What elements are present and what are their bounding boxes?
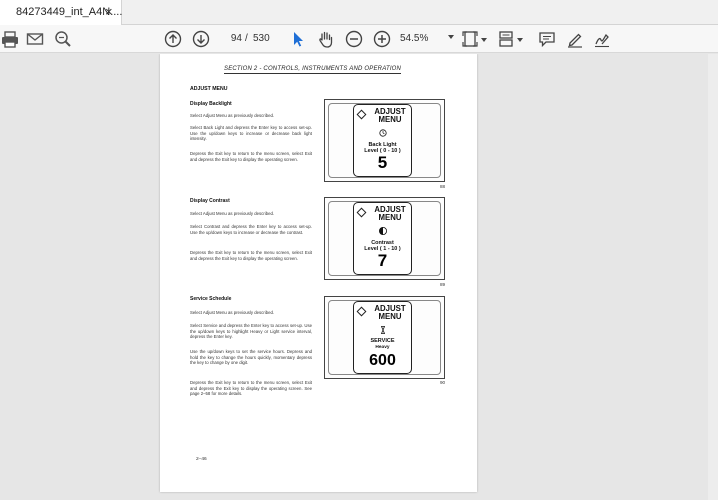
scroll-mode-dropdown-icon[interactable] <box>517 38 523 42</box>
pdf-page: SECTION 2 - CONTROLS, INSTRUMENTS AND OP… <box>160 54 477 492</box>
paragraph: Depress the Exit key to return to the me… <box>190 380 312 397</box>
subheading-display-backlight: Display Backlight <box>190 101 232 107</box>
sign-icon[interactable] <box>592 29 612 49</box>
figure-number: 90 <box>440 380 446 385</box>
highlight-pen-icon[interactable] <box>565 29 585 49</box>
zoom-in-icon[interactable] <box>372 29 392 49</box>
screen-title: ADJUST MENU <box>374 304 406 321</box>
figure-number: 88 <box>440 184 446 189</box>
screen-sublabel: Heavy <box>375 345 390 350</box>
paragraph: Select Adjust Menu as previously describ… <box>190 310 275 315</box>
previous-page-icon[interactable] <box>163 29 183 49</box>
page-footer-number: 2–46 <box>196 457 207 462</box>
contrast-icon <box>379 227 387 235</box>
toolbar: 94 / 530 54.5% <box>0 25 718 53</box>
document-viewport[interactable]: SECTION 2 - CONTROLS, INSTRUMENTS AND OP… <box>0 54 718 500</box>
figure-backlight-panel: ADJUST MENU Back Light Level ( 0 - 10 ) 5 <box>324 99 445 182</box>
paragraph: Depress the Exit key to return to the me… <box>190 151 312 162</box>
tab-bar: 84273449_int_A4N.... × <box>0 0 718 25</box>
document-tab[interactable]: 84273449_int_A4N.... × <box>0 0 122 25</box>
display-screen: ADJUST MENU Contrast Level ( 1 - 10 ) 7 <box>353 202 412 275</box>
page-total: 530 <box>253 33 270 44</box>
email-icon[interactable] <box>25 29 45 49</box>
paragraph: Select Service and depress the Enter key… <box>190 323 312 340</box>
display-screen: ADJUST MENU SERVICE Heavy 600 <box>353 301 412 374</box>
zoom-level-input[interactable]: 54.5% <box>400 30 444 48</box>
page-heading: ADJUST MENU <box>190 86 228 92</box>
subheading-display-contrast: Display Contrast <box>190 198 230 204</box>
paragraph: Select Back Light and depress the Enter … <box>190 125 312 142</box>
fit-page-icon[interactable] <box>460 29 480 49</box>
paragraph: Select Contrast and depress the Enter ke… <box>190 224 312 235</box>
display-screen: ADJUST MENU Back Light Level ( 0 - 10 ) 5 <box>353 104 412 177</box>
sun-icon <box>379 129 387 137</box>
screen-value: 7 <box>377 251 388 270</box>
hand-tool-icon[interactable] <box>316 29 336 49</box>
selector-diamond-icon <box>356 306 367 317</box>
paragraph: Use the up/down keys to set the service … <box>190 349 312 366</box>
zoom-out-icon[interactable] <box>344 29 364 49</box>
page-number-input[interactable]: 94 <box>220 30 242 48</box>
screen-value: 600 <box>369 352 396 369</box>
paragraph: Select Adjust Menu as previously describ… <box>190 211 275 216</box>
hourglass-icon <box>381 326 385 334</box>
next-page-icon[interactable] <box>191 29 211 49</box>
paragraph: Select Adjust Menu as previously describ… <box>190 113 275 118</box>
figure-contrast-panel: ADJUST MENU Contrast Level ( 1 - 10 ) 7 <box>324 197 445 280</box>
zoom-dropdown-icon[interactable] <box>448 35 454 39</box>
vertical-scrollbar[interactable] <box>708 54 718 500</box>
select-cursor-icon[interactable] <box>288 29 308 49</box>
screen-title: ADJUST MENU <box>374 107 406 124</box>
search-zoom-icon[interactable] <box>53 29 73 49</box>
screen-title: ADJUST MENU <box>374 205 406 222</box>
subheading-service-schedule: Service Schedule <box>190 296 232 302</box>
selector-diamond-icon <box>356 109 367 120</box>
scroll-mode-icon[interactable] <box>496 29 516 49</box>
selector-diamond-icon <box>356 207 367 218</box>
close-tab-icon[interactable]: × <box>105 4 113 19</box>
figure-service-panel: ADJUST MENU SERVICE Heavy 600 <box>324 296 445 379</box>
screen-label: SERVICE <box>370 338 395 344</box>
print-icon[interactable] <box>0 29 20 49</box>
paragraph: Depress the Exit key to return to the me… <box>190 250 312 261</box>
section-title: SECTION 2 - CONTROLS, INSTRUMENTS AND OP… <box>224 66 402 74</box>
fit-dropdown-icon[interactable] <box>481 38 487 42</box>
page-separator: / <box>245 33 248 44</box>
comment-icon[interactable] <box>537 29 557 49</box>
screen-value: 5 <box>377 153 388 172</box>
figure-number: 89 <box>440 282 446 287</box>
